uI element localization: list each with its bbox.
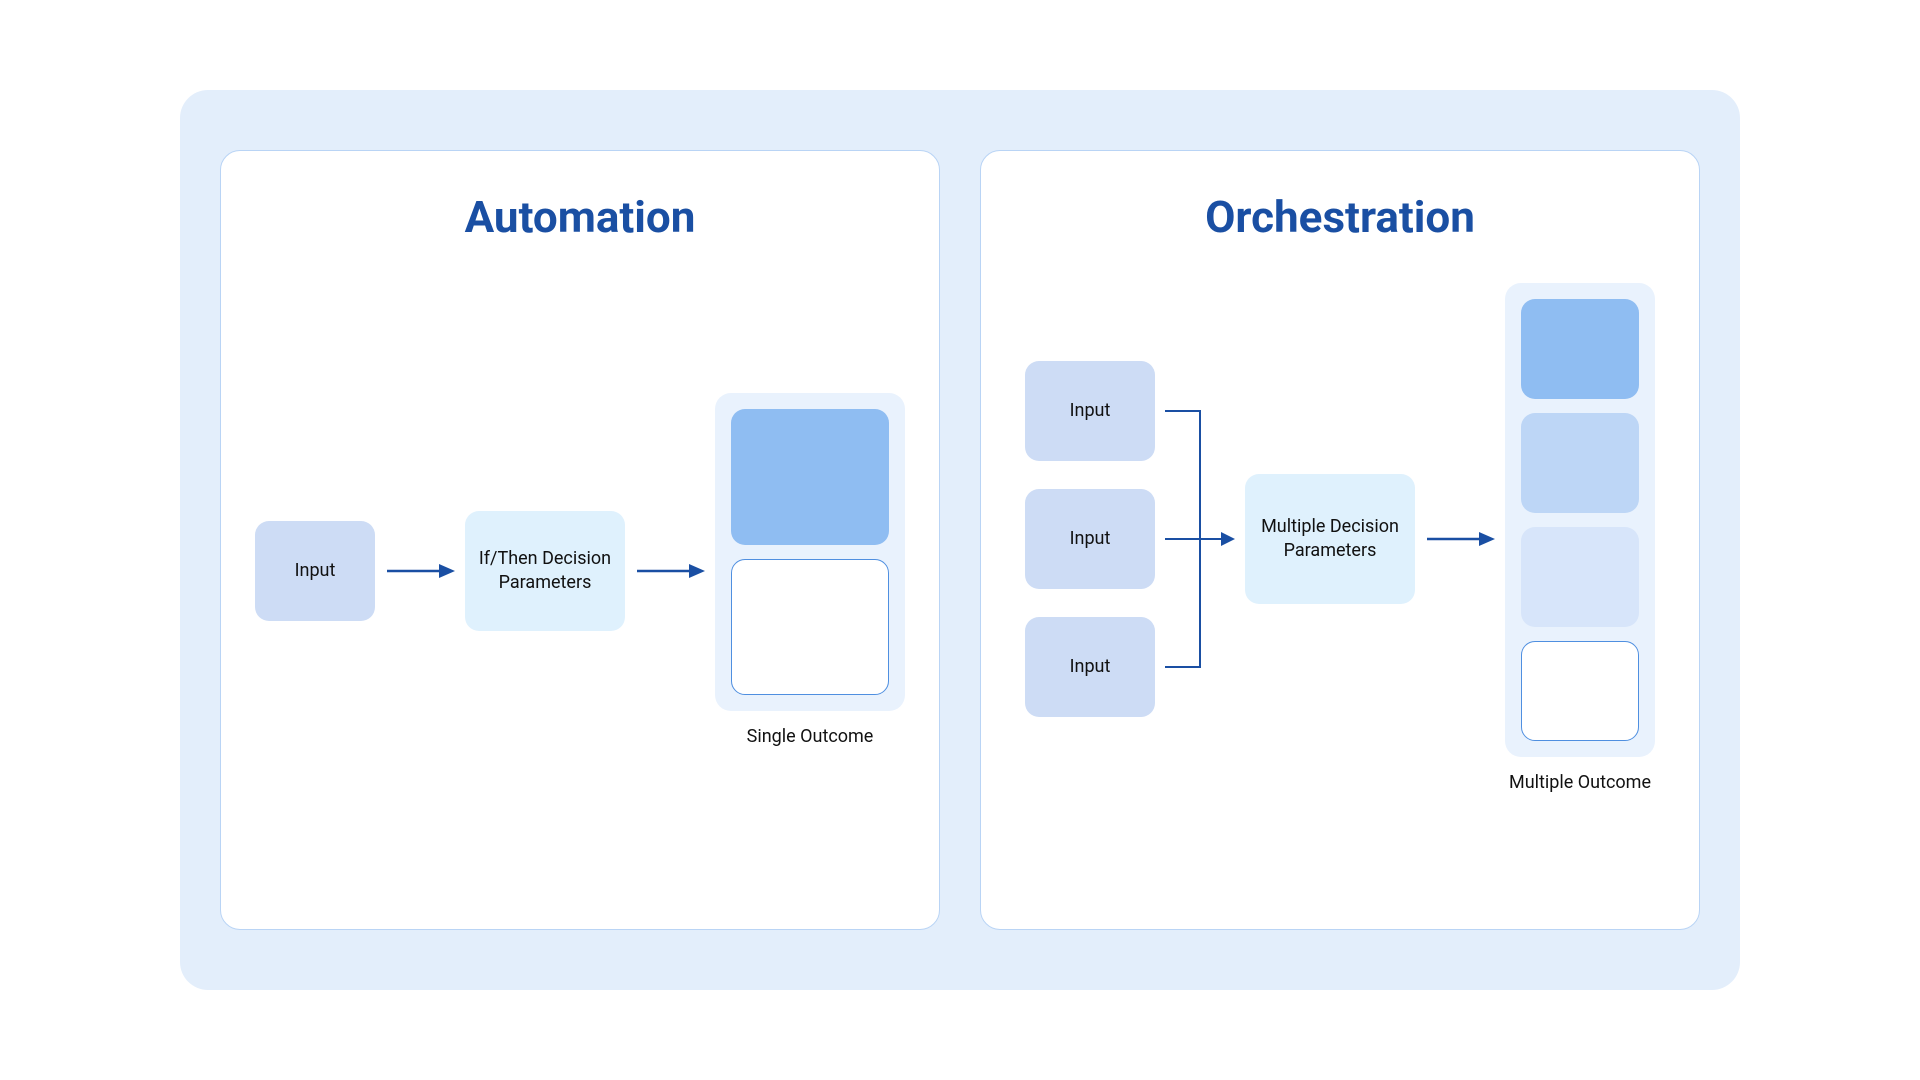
orchestration-outcome-container xyxy=(1505,283,1655,757)
outcome-slot-selected xyxy=(731,409,889,545)
outcome-slot-3 xyxy=(1521,527,1639,627)
arrow-icon xyxy=(1425,532,1495,546)
arrow-icon xyxy=(635,564,705,578)
automation-panel: Automation Input If/Then Decision Parame… xyxy=(220,150,940,930)
automation-input-node: Input xyxy=(255,521,375,621)
outcome-slot-4 xyxy=(1521,641,1639,741)
orchestration-title: Orchestration xyxy=(1205,191,1475,243)
outcome-slot-unselected xyxy=(731,559,889,695)
orchestration-decision-node: Multiple Decision Parameters xyxy=(1245,474,1415,604)
outcome-slot-2 xyxy=(1521,413,1639,513)
diagram-canvas: Automation Input If/Then Decision Parame… xyxy=(180,90,1740,990)
automation-outcome-group: Single Outcome xyxy=(715,393,905,749)
orchestration-input-node: Input xyxy=(1025,617,1155,717)
automation-outcome-container xyxy=(715,393,905,711)
orchestration-outcome-group: Multiple Outcome xyxy=(1505,283,1655,795)
orchestration-input-node: Input xyxy=(1025,489,1155,589)
automation-title: Automation xyxy=(465,191,696,243)
outcome-slot-1 xyxy=(1521,299,1639,399)
orchestration-input-node: Input xyxy=(1025,361,1155,461)
automation-flow: Input If/Then Decision Parameters xyxy=(255,393,905,749)
automation-outcome-caption: Single Outcome xyxy=(715,725,905,749)
orchestration-panel: Orchestration Input Input Input Multiple… xyxy=(980,150,1700,930)
automation-decision-node: If/Then Decision Parameters xyxy=(465,511,625,631)
orchestration-outcome-caption: Multiple Outcome xyxy=(1505,771,1655,795)
orchestration-flow: Input Input Input Multiple Decision Para… xyxy=(1011,283,1669,795)
merge-connector-icon xyxy=(1165,361,1235,717)
orchestration-inputs: Input Input Input xyxy=(1025,361,1155,717)
arrow-icon xyxy=(385,564,455,578)
